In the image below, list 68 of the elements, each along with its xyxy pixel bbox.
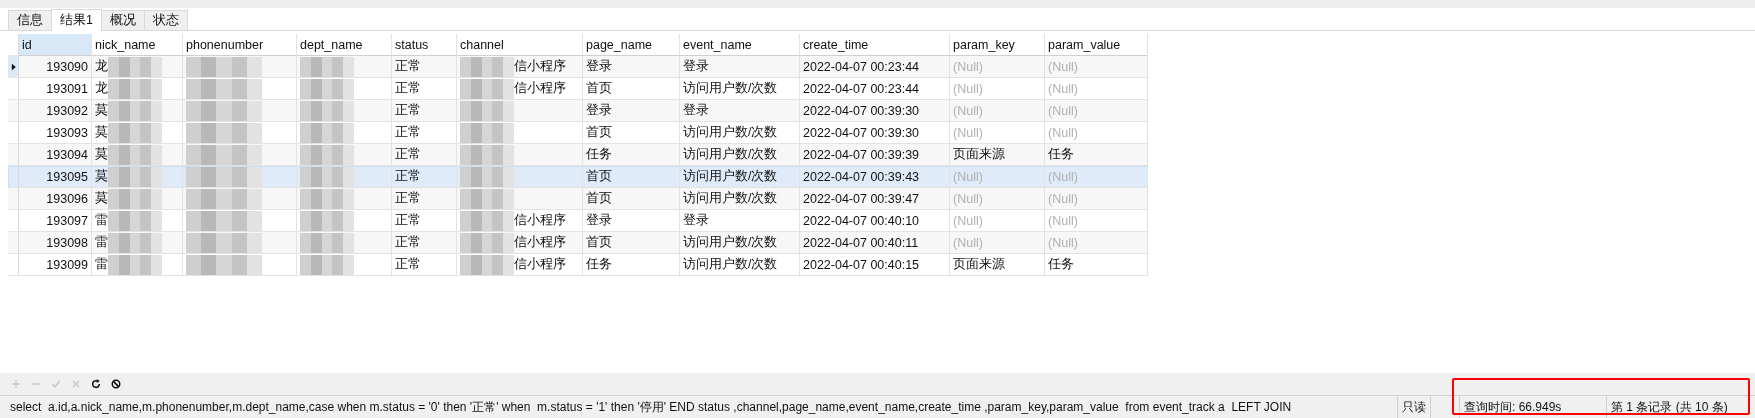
table-row[interactable]: 193094 莫 正常 任务 访问用户数/次数 2022-04-07 00:39:39 页面来源 任务 [8,144,1148,166]
table-row[interactable]: 193092 莫 正常 登录 登录 2022-04-07 00:39:30 (Null) (Null) [8,100,1148,122]
table-cell-text: 莫 [95,168,108,185]
stop-icon[interactable] [110,378,122,390]
table-cell: 2022-04-07 00:40:11 [800,232,950,254]
query-time-label: 查询时间: 66.949s [1459,396,1607,418]
tab[interactable]: 信息 [8,10,52,30]
table-cell-text: 龙 [95,58,108,75]
table-cell: 任务 [1045,254,1148,276]
table-cell-text: 莫 [95,190,108,207]
table-cell: 访问用户数/次数 [680,188,800,210]
table-cell: 正常 [392,188,457,210]
table-cell: 任务 [583,254,680,276]
table-cell: (Null) [1045,100,1148,122]
table-cell: 正常 [392,232,457,254]
table-cell-text: 莫 [95,124,108,141]
table-cell: 登录 [680,56,800,78]
table-cell-text: 雷 [95,256,108,273]
table-cell: 页面来源 [950,254,1045,276]
table-cell: 2022-04-07 00:39:47 [800,188,950,210]
table-cell-text: 信小程序 [514,58,566,75]
table-cell: 193098 [19,232,92,254]
table-cell: (Null) [1045,232,1148,254]
table-cell: 2022-04-07 00:40:15 [800,254,950,276]
table-cell: 193090 [19,56,92,78]
table-cell: 193096 [19,188,92,210]
table-cell: 登录 [680,100,800,122]
table-cell-text: 莫 [95,146,108,163]
table-cell: 正常 [392,254,457,276]
table-row[interactable]: 193095 莫 正常 首页 访问用户数/次数 2022-04-07 00:39:43 (Null) (Null) [8,166,1148,188]
tab[interactable]: 状态 [143,10,188,30]
read-only-label: 只读 [1398,396,1431,418]
tab[interactable]: 概况 [100,10,145,30]
table-cell: (Null) [1045,188,1148,210]
table-cell-text: 雷 [95,212,108,229]
table-cell: 访问用户数/次数 [680,254,800,276]
table-cell: 正常 [392,100,457,122]
row-header[interactable] [8,56,19,78]
table-row[interactable]: 193098 雷 正常 信小程序 首页 访问用户数/次数 2022-04-07 00:40:11 (Null) (Null) [8,232,1148,254]
table-cell: 193099 [19,254,92,276]
table-cell: 登录 [583,100,680,122]
tab[interactable]: 结果1 [51,9,102,31]
table-cell-text: 信小程序 [514,234,566,251]
table-cell: (Null) [950,100,1045,122]
table-row[interactable]: 193096 莫 正常 首页 访问用户数/次数 2022-04-07 00:39:47 (Null) (Null) [8,188,1148,210]
table-row[interactable]: 193090 龙 正常 信小程序 登录 登录 2022-04-07 00:23:44 (Null) (Null) [8,56,1148,78]
table-cell: 2022-04-07 00:39:30 [800,100,950,122]
table-cell: 2022-04-07 00:23:44 [800,56,950,78]
table-cell: 首页 [583,188,680,210]
table-cell-text: 莫 [95,102,108,119]
table-cell: 登录 [583,56,680,78]
table-cell: 首页 [583,232,680,254]
sql-query-text: select a.id,a.nick_name,m.phonenumber,m.dept_name,case when m.status = '0' then '正常' when m.status = '1' then '停用' END status ,channel,page_name,event_name,create_time ,param_key,param_value from event_track a LEFT JOIN [0,396,1398,418]
table-cell-text: 龙 [95,80,108,97]
table-cell-text: 信小程序 [514,80,566,97]
table-cell-text: 雷 [95,234,108,251]
table-cell: 193092 [19,100,92,122]
column-header[interactable]: id [19,34,92,56]
table-cell: (Null) [950,56,1045,78]
table-cell-text: 信小程序 [514,212,566,229]
refresh-icon[interactable] [90,378,102,390]
table-cell: 访问用户数/次数 [680,232,800,254]
table-cell-text: 信小程序 [514,256,566,273]
table-row[interactable]: 193099 雷 正常 信小程序 任务 访问用户数/次数 2022-04-07 00:40:15 页面来源 任务 [8,254,1148,276]
table-cell: 正常 [392,56,457,78]
table-cell: (Null) [1045,56,1148,78]
table-cell: (Null) [950,188,1045,210]
table-cell: (Null) [950,232,1045,254]
